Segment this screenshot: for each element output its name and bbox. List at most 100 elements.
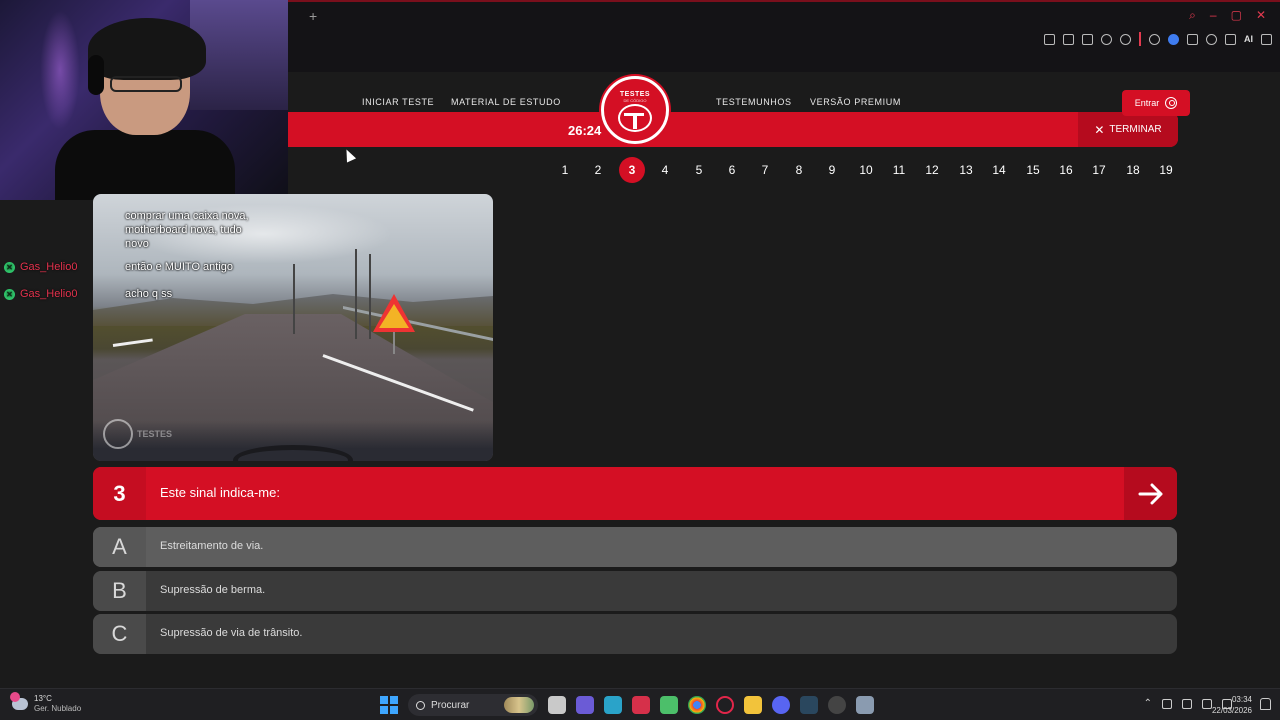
- question-nav-item[interactable]: 12: [919, 157, 945, 183]
- answer-text: Estreitamento de via.: [160, 540, 264, 552]
- search-icon[interactable]: ⌕: [1189, 8, 1196, 23]
- close-icon[interactable]: ✕: [1256, 8, 1266, 23]
- question-nav-item[interactable]: 13: [953, 157, 979, 183]
- utility-pole: [355, 249, 357, 339]
- question-nav-item[interactable]: 1: [552, 157, 578, 183]
- webcam-person-body: [55, 130, 235, 200]
- question-nav-item[interactable]: 15: [1020, 157, 1046, 183]
- enter-label: Entrar: [1134, 98, 1160, 108]
- chat-username: ✕ Gas_Helio0: [4, 261, 77, 273]
- question-nav-item[interactable]: 2: [585, 157, 611, 183]
- heart-icon[interactable]: [1120, 33, 1131, 45]
- search-icon: [416, 700, 425, 710]
- maximize-icon[interactable]: ▢: [1231, 8, 1242, 23]
- menu-icon[interactable]: [1261, 33, 1272, 45]
- question-nav-item[interactable]: 5: [686, 157, 712, 183]
- shield-icon[interactable]: [1082, 33, 1093, 45]
- enter-button[interactable]: Entrar: [1122, 90, 1190, 116]
- image-watermark: TESTES: [137, 429, 173, 439]
- extension-blue-icon[interactable]: [1168, 33, 1179, 45]
- new-tab-button[interactable]: +: [309, 8, 317, 24]
- download-icon[interactable]: [1225, 33, 1236, 45]
- question-nav-item[interactable]: 14: [986, 157, 1012, 183]
- answer-option-c[interactable]: C Supressão de via de trânsito.: [93, 614, 1177, 654]
- discord-icon[interactable]: [772, 696, 790, 714]
- app-icon[interactable]: [828, 696, 846, 714]
- headphones-icon: [88, 55, 104, 95]
- onedrive-icon[interactable]: [1162, 698, 1172, 709]
- windows-start-icon[interactable]: [380, 696, 398, 714]
- cube-icon[interactable]: [1206, 33, 1217, 45]
- weather-temp: 13°C: [34, 694, 52, 703]
- opera-gx-icon[interactable]: [716, 696, 734, 714]
- watermark-logo-icon: [103, 419, 133, 449]
- nav-link-premium[interactable]: VERSÃO PREMIUM: [810, 97, 901, 107]
- valorant-icon[interactable]: [632, 696, 650, 714]
- monitor-icon[interactable]: [1202, 698, 1212, 709]
- finish-label: TERMINAR: [1109, 124, 1162, 135]
- minimize-icon[interactable]: –: [1210, 8, 1217, 23]
- nav-link-testimonials[interactable]: TESTEMUNHOS: [716, 97, 792, 107]
- question-nav-item[interactable]: 9: [819, 157, 845, 183]
- windows-taskbar: 13°C Ger. Nublado Procurar ⌃ 03:34 22/03…: [0, 688, 1280, 720]
- answer-option-b[interactable]: B Supressão de berma.: [93, 571, 1177, 611]
- xbox-icon[interactable]: [660, 696, 678, 714]
- chat-username: ✕ Gas_Helio0: [4, 288, 77, 300]
- clock[interactable]: 03:34 22/03/2026: [1212, 694, 1252, 716]
- steam-icon[interactable]: [800, 696, 818, 714]
- question-nav-item[interactable]: 17: [1086, 157, 1112, 183]
- task-view-icon[interactable]: [548, 696, 566, 714]
- taskbar-search[interactable]: Procurar: [408, 694, 538, 716]
- timer-bar: 26:24 ✕ TERMINAR: [288, 112, 1178, 147]
- question-nav-item[interactable]: 4: [652, 157, 678, 183]
- question-nav-item[interactable]: 7: [752, 157, 778, 183]
- question-bar: 3 Este sinal indica-me:: [93, 467, 1177, 520]
- question-nav-item[interactable]: 3: [619, 157, 645, 183]
- question-nav-item[interactable]: 16: [1053, 157, 1079, 183]
- next-question-button[interactable]: [1124, 467, 1177, 520]
- answer-option-a[interactable]: A Estreitamento de via.: [93, 527, 1177, 567]
- question-nav-item[interactable]: 11: [886, 157, 912, 183]
- question-nav-item[interactable]: 10: [853, 157, 879, 183]
- file-explorer-icon[interactable]: [744, 696, 762, 714]
- ai-button[interactable]: AI: [1244, 34, 1253, 44]
- app-icon[interactable]: [604, 696, 622, 714]
- notepad-icon[interactable]: [856, 696, 874, 714]
- answer-text: Supressão de via de trânsito.: [160, 627, 303, 639]
- clock-time: 03:34: [1231, 695, 1252, 704]
- pin-icon[interactable]: [1044, 33, 1055, 45]
- glasses: [110, 76, 182, 92]
- question-nav-item[interactable]: 19: [1153, 157, 1179, 183]
- chat-message: então e MUITO antigo: [125, 261, 234, 273]
- answer-letter: C: [93, 614, 146, 654]
- chat-message: acho q ss: [125, 288, 173, 300]
- chevron-up-icon[interactable]: ⌃: [1144, 698, 1152, 709]
- chrome-icon[interactable]: [688, 696, 706, 714]
- question-nav-item[interactable]: 18: [1120, 157, 1146, 183]
- utility-pole: [369, 254, 371, 339]
- teams-icon[interactable]: [576, 696, 594, 714]
- road-marking: [112, 338, 153, 347]
- webcam-overlay: [0, 0, 288, 200]
- puzzle-icon[interactable]: [1187, 33, 1198, 45]
- question-nav-item[interactable]: 6: [719, 157, 745, 183]
- nav-link-start-test[interactable]: INICIAR TESTE: [362, 97, 434, 107]
- mouse-cursor: [341, 147, 357, 163]
- screenshot-icon[interactable]: [1063, 33, 1074, 45]
- microphone-icon[interactable]: [1182, 698, 1192, 709]
- notification-bell-icon[interactable]: [1260, 698, 1271, 710]
- weather-widget[interactable]: 13°C Ger. Nublado: [10, 692, 81, 714]
- finish-button[interactable]: ✕ TERMINAR: [1078, 112, 1178, 147]
- chat-message: novo: [125, 238, 149, 250]
- extension-icon[interactable]: [1149, 33, 1160, 45]
- play-icon[interactable]: [1101, 33, 1112, 45]
- site-logo[interactable]: TESTES DE CÓDIGO: [601, 76, 669, 144]
- question-nav-item[interactable]: 8: [786, 157, 812, 183]
- nav-link-study-material[interactable]: MATERIAL DE ESTUDO: [451, 97, 561, 107]
- logo-t-icon: [618, 103, 652, 132]
- chat-message: motherboard nova, tudo: [125, 224, 242, 236]
- answer-text: Supressão de berma.: [160, 584, 266, 596]
- cloud-icon: [10, 692, 28, 710]
- weather-info: 13°C Ger. Nublado: [34, 694, 81, 714]
- search-placeholder: Procurar: [431, 699, 470, 711]
